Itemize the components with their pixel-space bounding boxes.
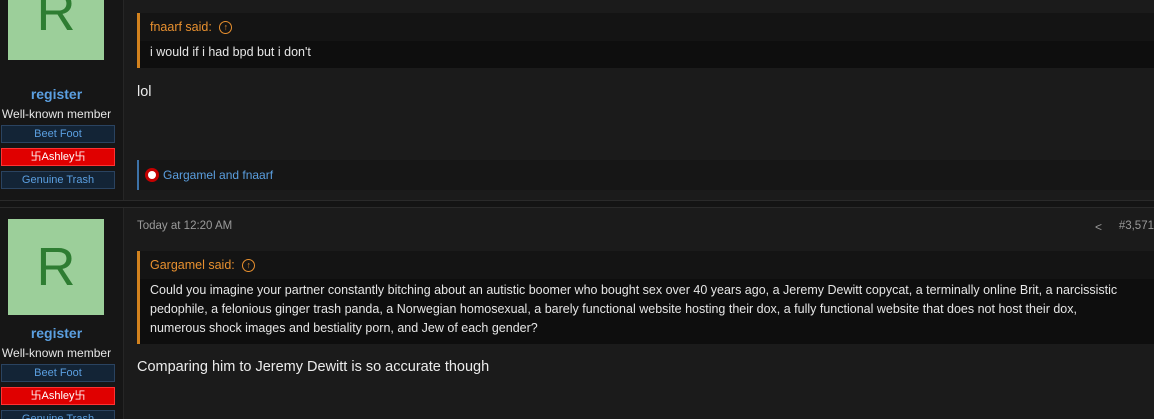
quote-text: i would if i had bpd but i don't (140, 41, 1154, 68)
post: R register Well-known member Beet Foot 卐… (0, 0, 1154, 201)
avatar[interactable]: R (8, 0, 104, 60)
post: R register Well-known member Beet Foot 卐… (0, 207, 1154, 419)
jump-to-quote-icon[interactable]: ↑ (242, 259, 256, 273)
user-banner: Genuine Trash (1, 171, 115, 189)
post-message: Comparing him to Jeremy Dewitt is so acc… (137, 359, 490, 375)
quote-author[interactable]: Gargamel said: (150, 258, 235, 272)
avatar[interactable]: R (8, 219, 104, 315)
post-timestamp[interactable]: Today at 12:20 AM (137, 220, 232, 232)
user-banner: 卐Ashley卐 (1, 148, 115, 166)
quote-header[interactable]: fnaarf said: ↑ (140, 13, 1154, 41)
post-content: fnaarf said: ↑ i would if i had bpd but … (124, 0, 1154, 200)
swastika-reaction-icon (145, 167, 159, 182)
username-link[interactable]: register (0, 86, 113, 102)
user-banner: Beet Foot (1, 125, 115, 143)
user-title: Well-known member (1, 107, 112, 121)
post-number[interactable]: #3,571 (1119, 220, 1154, 232)
username-link[interactable]: register (0, 325, 113, 341)
quote-header[interactable]: Gargamel said: ↑ (140, 251, 1154, 279)
quote-block: fnaarf said: ↑ i would if i had bpd but … (137, 13, 1154, 68)
reactions-bar[interactable]: Gargamel and fnaarf (137, 160, 1154, 190)
quote-text: Could you imagine your partner constantl… (140, 279, 1154, 344)
share-icon[interactable]: < (1095, 220, 1102, 234)
user-banner: Beet Foot (1, 364, 115, 382)
jump-to-quote-icon[interactable]: ↑ (219, 21, 233, 35)
user-title: Well-known member (1, 346, 112, 360)
user-info: R register Well-known member Beet Foot 卐… (0, 208, 124, 419)
quote-author[interactable]: fnaarf said: (150, 20, 212, 34)
reaction-users[interactable]: Gargamel and fnaarf (163, 168, 273, 182)
post-meta: Today at 12:20 AM < #3,571 (137, 220, 1154, 236)
user-banner: 卐Ashley卐 (1, 387, 115, 405)
user-info: R register Well-known member Beet Foot 卐… (0, 0, 124, 200)
quote-block: Gargamel said: ↑ Could you imagine your … (137, 251, 1154, 344)
post-content: Today at 12:20 AM < #3,571 Gargamel said… (124, 208, 1154, 419)
post-message: lol (137, 84, 152, 100)
